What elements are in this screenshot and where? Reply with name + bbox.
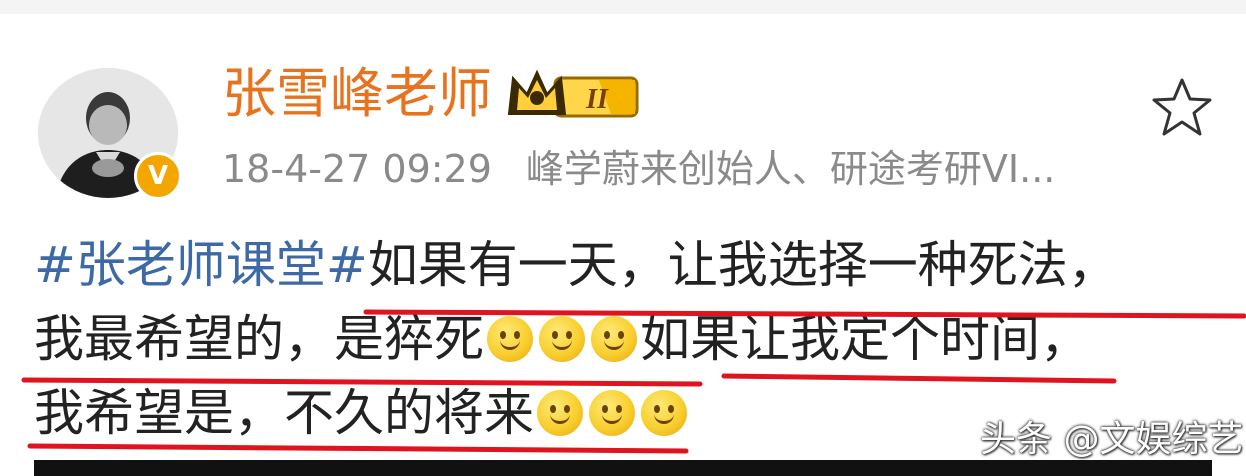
post-text-3: 我希望是，不久的将来 <box>34 384 534 442</box>
post-line-2: 我最希望的，是猝死 如果让我定个时间， <box>34 302 1244 376</box>
post-timestamp[interactable]: 18-4-27 09:29 <box>222 147 492 191</box>
smile-emoji-icon <box>487 316 533 362</box>
star-icon[interactable] <box>1150 76 1214 138</box>
vip-level: II <box>585 84 609 115</box>
post-meta: 18-4-27 09:29 峰学蔚来创始人、研途考研VI... <box>222 144 1055 194</box>
watermark: 头条 @文娱综艺 <box>980 419 1244 460</box>
bottom-edge-bar <box>34 460 1212 476</box>
author-description: 峰学蔚来创始人、研途考研VI... <box>525 147 1056 191</box>
smile-emoji-icon <box>641 390 687 436</box>
post-text-2b: 如果让我定个时间， <box>640 310 1090 368</box>
post-text-2a: 我最希望的，是猝死 <box>34 310 484 368</box>
post-line-1: #张老师课堂#如果有一天，让我选择一种死法， <box>34 228 1244 302</box>
smile-emoji-icon <box>591 316 637 362</box>
smile-emoji-icon <box>589 390 635 436</box>
smile-emoji-icon <box>537 390 583 436</box>
hashtag-link[interactable]: #张老师课堂# <box>34 236 368 294</box>
smile-emoji-icon <box>539 316 585 362</box>
post-text-1: 如果有一天，让我选择一种死法， <box>367 236 1118 294</box>
verified-v-icon: V <box>134 152 182 200</box>
top-edge <box>0 0 1246 14</box>
author-name[interactable]: 张雪峰老师 <box>222 58 492 130</box>
crown-icon[interactable]: II <box>503 66 643 122</box>
